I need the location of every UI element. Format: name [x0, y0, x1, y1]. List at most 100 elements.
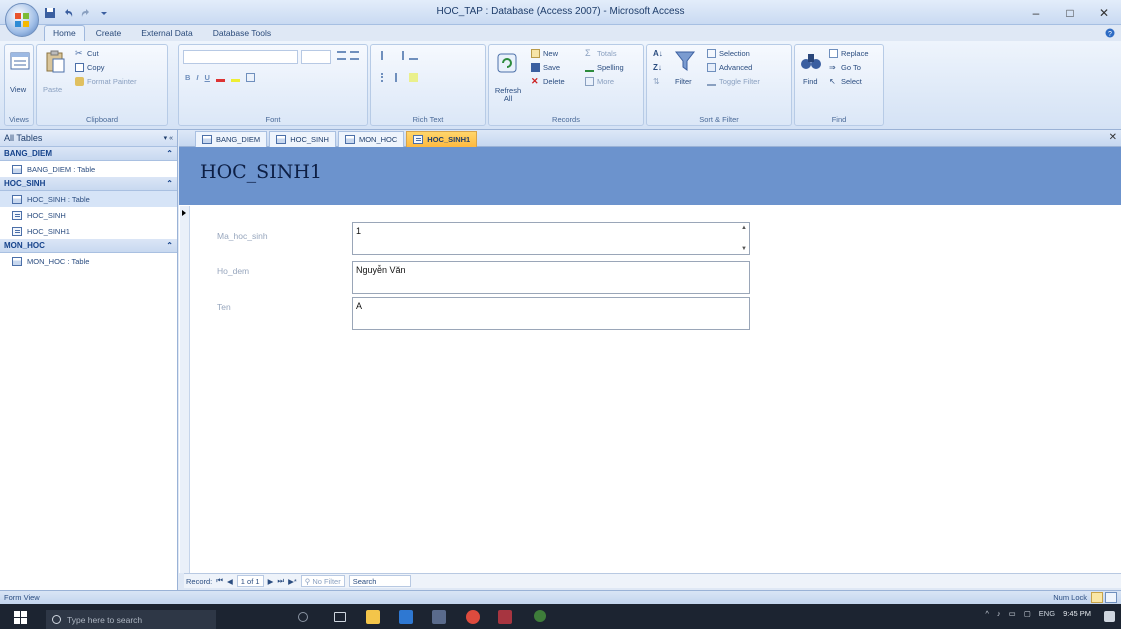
record-selector[interactable] [180, 206, 190, 573]
tab-external-data[interactable]: External Data [132, 25, 202, 41]
collapse-icon[interactable]: ⌃ [166, 241, 173, 250]
nav-dropdown-icon[interactable]: ▾ [164, 135, 168, 142]
doc-tab-bang-diem[interactable]: BANG_DIEM [195, 131, 268, 147]
align-left-icon[interactable] [337, 51, 346, 60]
doc-tab-mon-hoc[interactable]: MON_HOC [337, 131, 405, 147]
spelling-button[interactable]: Spelling [585, 63, 624, 72]
underline-icon[interactable]: U [205, 73, 210, 82]
network-icon[interactable]: ▭ [1009, 609, 1016, 618]
numbering-icon[interactable] [395, 73, 404, 82]
clock-time[interactable]: 9:45 PM [1063, 609, 1091, 618]
rtl-icon[interactable] [409, 51, 418, 60]
nav-item-mon-hoc-table[interactable]: MON_HOC : Table [0, 253, 177, 269]
gridlines-icon[interactable] [245, 73, 255, 82]
save-record-button[interactable]: Save [531, 63, 560, 72]
first-record-icon[interactable]: ⏮ [216, 576, 223, 586]
nav-group-hoc-sinh[interactable]: HOC_SINH ⌃ [0, 177, 177, 191]
scroll-down-icon[interactable]: ▼ [741, 246, 747, 252]
next-record-icon[interactable]: ▶ [268, 577, 274, 586]
toggle-filter-button[interactable]: Toggle Filter [707, 77, 760, 86]
more-button[interactable]: More [585, 77, 614, 86]
help-icon[interactable]: ? [1105, 28, 1115, 38]
tab-home[interactable]: Home [44, 25, 85, 41]
taskbar-search[interactable]: Type here to search [46, 610, 216, 629]
font-color-icon[interactable] [215, 73, 225, 82]
layout-view-icon[interactable] [1105, 592, 1117, 603]
field-ho-dem[interactable]: Nguyễn Văn [352, 261, 750, 294]
fill-color-icon[interactable] [230, 73, 240, 82]
paint-icon[interactable] [534, 610, 546, 622]
maximize-button[interactable]: □ [1053, 0, 1087, 25]
language-indicator[interactable]: ENG [1039, 609, 1055, 618]
find-button[interactable]: Find [803, 77, 818, 86]
nav-item-hoc-sinh-table[interactable]: HOC_SINH : Table [0, 191, 177, 207]
font-name-select[interactable] [183, 50, 298, 64]
refresh-all-button[interactable]: Refresh All [491, 87, 525, 103]
nav-item-bang-diem-table[interactable]: BANG_DIEM : Table [0, 161, 177, 177]
highlight-icon[interactable] [409, 73, 418, 82]
decrease-indent-icon[interactable] [381, 51, 390, 60]
cortana-icon[interactable] [298, 612, 308, 622]
windows-start-icon[interactable] [14, 611, 27, 624]
new-record-nav-icon[interactable]: ▶* [288, 577, 297, 586]
action-center-icon[interactable]: ▢ [1024, 609, 1031, 618]
advanced-button[interactable]: Advanced [707, 63, 752, 72]
goto-button[interactable]: ⇒ Go To [829, 63, 861, 72]
new-record-button[interactable]: New [531, 49, 558, 58]
replace-button[interactable]: Replace [829, 49, 869, 58]
nav-group-bang-diem[interactable]: BANG_DIEM ⌃ [0, 147, 177, 161]
nav-shutter-icon[interactable]: « [169, 135, 173, 142]
nav-item-hoc-sinh1-form[interactable]: HOC_SINH1 [0, 223, 177, 239]
tab-database-tools[interactable]: Database Tools [204, 25, 280, 41]
filter-button[interactable]: Filter [675, 77, 692, 86]
field-ten[interactable]: A [352, 297, 750, 330]
tab-create[interactable]: Create [87, 25, 131, 41]
cut-button[interactable]: ✂ Cut [75, 49, 99, 59]
close-button[interactable]: ✕ [1087, 0, 1121, 25]
sort-ascending-button[interactable]: A↓ [653, 49, 663, 58]
select-button[interactable]: ↖ Select [829, 77, 862, 86]
field-ma-hoc-sinh[interactable]: 1 ▲ ▼ [352, 222, 750, 255]
view-icon[interactable] [8, 51, 32, 77]
last-record-icon[interactable]: ⏭ [277, 576, 284, 586]
increase-indent-icon[interactable] [395, 51, 404, 60]
paste-icon[interactable] [43, 49, 67, 75]
selection-button[interactable]: Selection [707, 49, 750, 58]
close-document-icon[interactable]: ✕ [1109, 132, 1117, 143]
no-filter-button[interactable]: ⚲ No Filter [300, 575, 345, 587]
volume-icon[interactable]: ♪ [997, 609, 1001, 618]
edge-icon[interactable] [399, 610, 413, 624]
tray-expand-icon[interactable]: ^ [985, 609, 989, 618]
collapse-icon[interactable]: ⌃ [166, 149, 173, 158]
align-center-icon[interactable] [350, 51, 359, 60]
notifications-icon[interactable] [1104, 611, 1115, 622]
office-button[interactable] [5, 3, 39, 37]
delete-record-button[interactable]: ✕ Delete [531, 77, 565, 87]
format-painter-button[interactable]: Format Painter [75, 77, 137, 86]
filter-icon[interactable] [673, 49, 697, 75]
store-icon[interactable] [432, 610, 446, 624]
task-view-icon[interactable] [334, 612, 346, 622]
totals-button[interactable]: Σ Totals [585, 49, 617, 59]
clear-sort-button[interactable]: ⇅ [653, 77, 662, 86]
sort-descending-button[interactable]: Z↓ [653, 63, 662, 72]
copy-button[interactable]: Copy [75, 63, 105, 72]
view-button[interactable]: View [10, 85, 26, 94]
scroll-up-icon[interactable]: ▲ [741, 225, 747, 231]
bullets-icon[interactable] [381, 73, 390, 82]
previous-record-icon[interactable]: ◀ [227, 577, 233, 586]
binoculars-icon[interactable] [799, 49, 823, 75]
refresh-icon[interactable] [495, 51, 519, 77]
file-explorer-icon[interactable] [366, 610, 380, 624]
doc-tab-hoc-sinh[interactable]: HOC_SINH [269, 131, 336, 147]
italic-icon[interactable]: I [196, 73, 198, 82]
font-size-select[interactable] [301, 50, 331, 64]
collapse-icon[interactable]: ⌃ [166, 179, 173, 188]
nav-pane-header[interactable]: All Tables ▾ « [0, 130, 177, 147]
minimize-button[interactable]: – [1019, 0, 1053, 25]
nav-item-hoc-sinh-form[interactable]: HOC_SINH [0, 207, 177, 223]
record-position-input[interactable]: 1 of 1 [236, 575, 264, 587]
doc-tab-hoc-sinh1[interactable]: HOC_SINH1 [406, 131, 478, 147]
access-app-icon[interactable] [498, 610, 512, 624]
nav-group-mon-hoc[interactable]: MON_HOC ⌃ [0, 239, 177, 253]
